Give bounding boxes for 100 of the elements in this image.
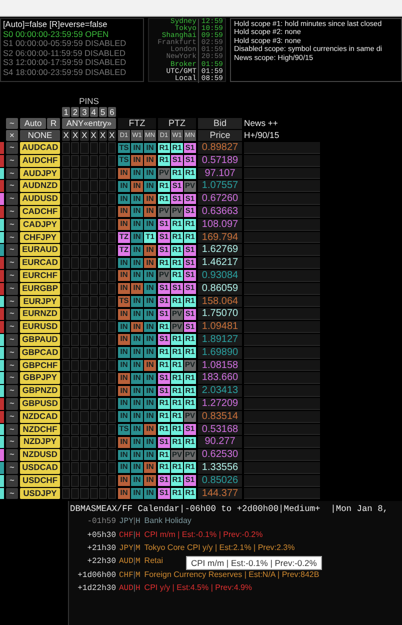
pin-number-button[interactable]: 5: [98, 107, 107, 117]
pin-cell[interactable]: [80, 334, 89, 346]
symbol-button[interactable]: AUDUSD: [20, 193, 60, 205]
pin-cell[interactable]: [90, 168, 98, 180]
symbol-button[interactable]: EURCHF: [20, 270, 60, 282]
pin-cell[interactable]: [98, 321, 107, 333]
pin-cell[interactable]: [62, 398, 70, 410]
toggle-button[interactable]: ~: [6, 334, 18, 346]
pin-number-button[interactable]: 4: [90, 107, 98, 117]
pin-cell[interactable]: [108, 372, 116, 384]
symbol-button[interactable]: AUDCAD: [20, 142, 60, 154]
symbol-button[interactable]: AUDJPY: [20, 168, 60, 180]
pin-cell[interactable]: [98, 270, 107, 282]
pin-cell[interactable]: [90, 193, 98, 205]
toggle-button[interactable]: ~: [6, 296, 18, 308]
clear-pin-button[interactable]: X: [98, 130, 107, 141]
pin-cell[interactable]: [98, 142, 107, 154]
pin-cell[interactable]: [90, 218, 98, 231]
pin-cell[interactable]: [98, 257, 107, 269]
toggle-button[interactable]: ~: [6, 206, 18, 218]
pin-cell[interactable]: [80, 193, 89, 205]
pin-cell[interactable]: [90, 436, 98, 448]
pin-cell[interactable]: [90, 385, 98, 397]
symbol-button[interactable]: CADJPY: [20, 218, 60, 231]
toggle-button[interactable]: ~: [6, 270, 18, 282]
pin-cell[interactable]: [108, 424, 116, 436]
symbol-button[interactable]: GBPCAD: [20, 346, 60, 359]
pin-cell[interactable]: [98, 232, 107, 244]
toggle-button[interactable]: ~: [6, 168, 18, 180]
pin-cell[interactable]: [71, 360, 80, 372]
symbol-button[interactable]: EURGBP: [20, 282, 60, 295]
pin-cell[interactable]: [80, 257, 89, 269]
toggle-button[interactable]: ~: [6, 244, 18, 256]
pin-cell[interactable]: [62, 257, 70, 269]
pin-cell[interactable]: [108, 385, 116, 397]
pin-cell[interactable]: [71, 232, 80, 244]
pin-cell[interactable]: [71, 282, 80, 295]
pin-cell[interactable]: [80, 244, 89, 256]
pin-cell[interactable]: [71, 346, 80, 359]
pin-cell[interactable]: [108, 296, 116, 308]
pin-cell[interactable]: [62, 385, 70, 397]
pin-cell[interactable]: [80, 346, 89, 359]
pin-cell[interactable]: [108, 193, 116, 205]
pin-number-button[interactable]: 3: [80, 107, 89, 117]
pin-cell[interactable]: [71, 436, 80, 448]
pin-cell[interactable]: [62, 232, 70, 244]
pin-cell[interactable]: [71, 334, 80, 346]
pin-cell[interactable]: [98, 168, 107, 180]
pin-cell[interactable]: [71, 296, 80, 308]
toggle-button[interactable]: ~: [6, 398, 18, 410]
clear-pin-button[interactable]: X: [62, 130, 70, 141]
pin-cell[interactable]: [62, 142, 70, 154]
pin-cell[interactable]: [108, 436, 116, 448]
pin-cell[interactable]: [98, 436, 107, 448]
pin-cell[interactable]: [90, 282, 98, 295]
toggle-button[interactable]: ~: [6, 232, 18, 244]
toggle-button[interactable]: ~: [6, 154, 18, 167]
pin-cell[interactable]: [108, 180, 116, 192]
pin-cell[interactable]: [98, 296, 107, 308]
toggle-button[interactable]: ~: [6, 488, 18, 500]
pin-cell[interactable]: [108, 244, 116, 256]
pin-cell[interactable]: [62, 296, 70, 308]
toggle-button[interactable]: ~: [6, 410, 18, 423]
pin-cell[interactable]: [90, 270, 98, 282]
pin-cell[interactable]: [90, 206, 98, 218]
pin-cell[interactable]: [62, 321, 70, 333]
pin-cell[interactable]: [98, 154, 107, 167]
symbol-button[interactable]: GBPNZD: [20, 385, 60, 397]
pin-cell[interactable]: [71, 462, 80, 474]
pin-cell[interactable]: [108, 449, 116, 461]
pin-cell[interactable]: [80, 321, 89, 333]
pin-cell[interactable]: [90, 398, 98, 410]
pin-cell[interactable]: [98, 180, 107, 192]
pin-cell[interactable]: [80, 474, 89, 487]
pin-cell[interactable]: [80, 398, 89, 410]
pin-cell[interactable]: [71, 321, 80, 333]
pin-cell[interactable]: [62, 360, 70, 372]
clear-pin-button[interactable]: X: [71, 130, 80, 141]
pin-cell[interactable]: [62, 282, 70, 295]
pin-cell[interactable]: [80, 372, 89, 384]
pin-cell[interactable]: [98, 193, 107, 205]
pin-cell[interactable]: [80, 360, 89, 372]
pin-cell[interactable]: [62, 474, 70, 487]
pin-cell[interactable]: [108, 410, 116, 423]
toggle-button[interactable]: ~: [6, 449, 18, 461]
pin-cell[interactable]: [98, 424, 107, 436]
toggle-button[interactable]: ~: [6, 424, 18, 436]
close-button[interactable]: ×: [6, 130, 18, 141]
pin-cell[interactable]: [80, 168, 89, 180]
pin-cell[interactable]: [108, 232, 116, 244]
pin-cell[interactable]: [90, 257, 98, 269]
pin-cell[interactable]: [108, 334, 116, 346]
pin-cell[interactable]: [80, 282, 89, 295]
pin-cell[interactable]: [71, 180, 80, 192]
pin-cell[interactable]: [108, 154, 116, 167]
pin-cell[interactable]: [62, 346, 70, 359]
pin-cell[interactable]: [62, 193, 70, 205]
clear-pin-button[interactable]: X: [108, 130, 116, 141]
pin-cell[interactable]: [90, 308, 98, 320]
pin-cell[interactable]: [71, 385, 80, 397]
